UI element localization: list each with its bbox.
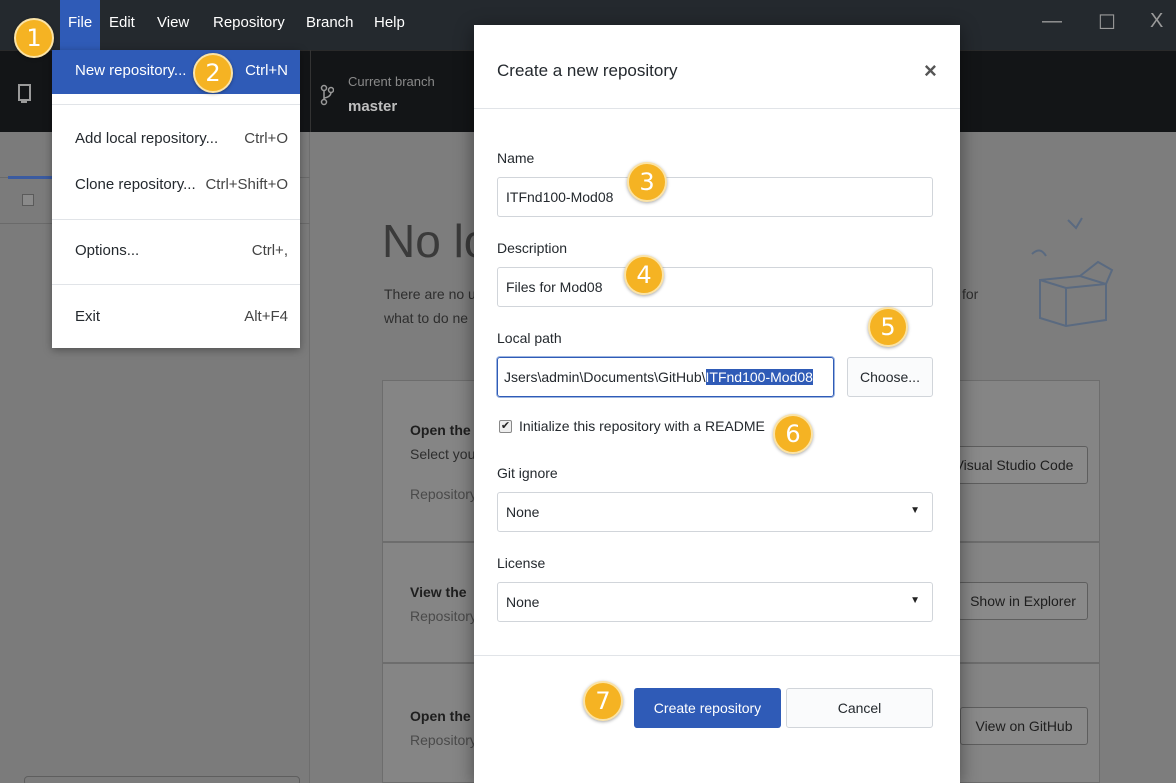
menu-item-label: New repository... [75, 62, 187, 79]
menu-item-shortcut: Ctrl+N [245, 62, 288, 79]
branch-icon [320, 84, 334, 106]
menu-item-label: Options... [75, 242, 140, 259]
menu-item-label: Clone repository... [75, 176, 196, 193]
local-path-label: Local path [497, 330, 562, 346]
current-branch-name[interactable]: master [348, 98, 397, 115]
sidebar-checkbox[interactable] [22, 194, 34, 206]
gitignore-select[interactable]: None ▼ [497, 492, 933, 532]
menu-item-label: Add local repository... [75, 130, 219, 147]
menu-edit[interactable]: Edit [109, 14, 135, 31]
minimize-icon[interactable]: — [1042, 10, 1062, 33]
dialog-title: Create a new repository [497, 61, 678, 80]
gitignore-label: Git ignore [497, 465, 558, 481]
callout-2: 2 [193, 53, 233, 93]
callout-5: 5 [868, 307, 908, 347]
name-input[interactable]: ITFnd100-Mod08 [497, 177, 933, 217]
current-branch-label: Current branch [348, 74, 435, 89]
no-local-text-for: for [962, 286, 979, 302]
callout-7: 7 [583, 681, 623, 721]
no-local-text-1: There are no u [384, 286, 476, 302]
no-local-text-2: what to do ne [384, 310, 469, 326]
license-label: License [497, 555, 546, 571]
close-icon[interactable]: × [924, 58, 937, 84]
choose-path-button[interactable]: Choose... [847, 357, 933, 397]
menu-separator [52, 284, 300, 285]
repository-icon [18, 84, 31, 103]
license-select[interactable]: None ▼ [497, 582, 933, 622]
view-on-github-button[interactable]: View on GitHub [960, 707, 1088, 745]
license-value: None [506, 594, 540, 610]
cancel-button[interactable]: Cancel [786, 688, 933, 728]
menu-item-shortcut: Ctrl+, [251, 242, 288, 259]
card-2-sub: Repository [410, 608, 477, 624]
menu-item-shortcut: Ctrl+O [244, 130, 288, 147]
menu-add-local-repository[interactable]: Add local repository... Ctrl+O [52, 118, 300, 162]
card-1-sub: Repository [410, 486, 477, 502]
local-path-input[interactable]: Jsers\admin\Documents\GitHub\ITFnd100-Mo… [497, 357, 834, 397]
menu-item-shortcut: Ctrl+Shift+O [205, 176, 288, 193]
dropdown-arrow-icon: ▼ [910, 595, 920, 606]
callout-4: 4 [624, 255, 664, 295]
menu-options[interactable]: Options... Ctrl+, [52, 230, 300, 274]
callout-6: 6 [773, 414, 813, 454]
description-label: Description [497, 240, 568, 256]
dialog-footer-separator [474, 655, 960, 656]
menu-new-repository[interactable]: New repository... Ctrl+N [52, 50, 300, 94]
show-in-explorer-button[interactable]: Show in Explorer [958, 582, 1088, 620]
empty-state-illustration [1031, 217, 1114, 328]
open-in-vscode-button[interactable]: Visual Studio Code [940, 446, 1088, 484]
card-3-title: Open the [410, 708, 471, 724]
readme-label: Initialize this repository with a README [519, 418, 765, 434]
callout-1: 1 [14, 18, 54, 58]
card-1-title: Open the [410, 422, 471, 438]
name-label: Name [497, 150, 535, 166]
toolbar-divider [310, 50, 311, 132]
dropdown-arrow-icon: ▼ [910, 505, 920, 516]
menu-separator [52, 104, 300, 105]
card-3-sub: Repository [410, 732, 477, 748]
local-path-prefix: Jsers\admin\Documents\GitHub\ [504, 369, 706, 385]
callout-3: 3 [627, 162, 667, 202]
close-window-icon[interactable]: X [1150, 10, 1163, 33]
create-repository-dialog [474, 25, 960, 783]
menu-view[interactable]: View [157, 14, 189, 31]
menu-file[interactable]: File [60, 0, 101, 50]
gitignore-value: None [506, 504, 540, 520]
sidebar-bottom-input [24, 776, 300, 783]
card-2-title: View the [410, 584, 467, 600]
menu-repository[interactable]: Repository [213, 14, 285, 31]
description-input[interactable]: Files for Mod08 [497, 267, 933, 307]
card-1-text: Select you [410, 446, 476, 462]
maximize-icon[interactable]: ☐ [1098, 10, 1116, 35]
menu-help[interactable]: Help [374, 14, 405, 31]
menu-item-label: Exit [75, 308, 101, 325]
create-repository-button[interactable]: Create repository [634, 688, 781, 728]
readme-checkbox[interactable]: ✔ [499, 420, 512, 433]
menu-separator [52, 219, 300, 220]
menu-exit[interactable]: Exit Alt+F4 [52, 296, 300, 340]
menu-branch[interactable]: Branch [306, 14, 354, 31]
menu-item-shortcut: Alt+F4 [244, 308, 288, 325]
local-path-selection: ITFnd100-Mod08 [705, 369, 813, 385]
menu-clone-repository[interactable]: Clone repository... Ctrl+Shift+O [52, 164, 300, 208]
